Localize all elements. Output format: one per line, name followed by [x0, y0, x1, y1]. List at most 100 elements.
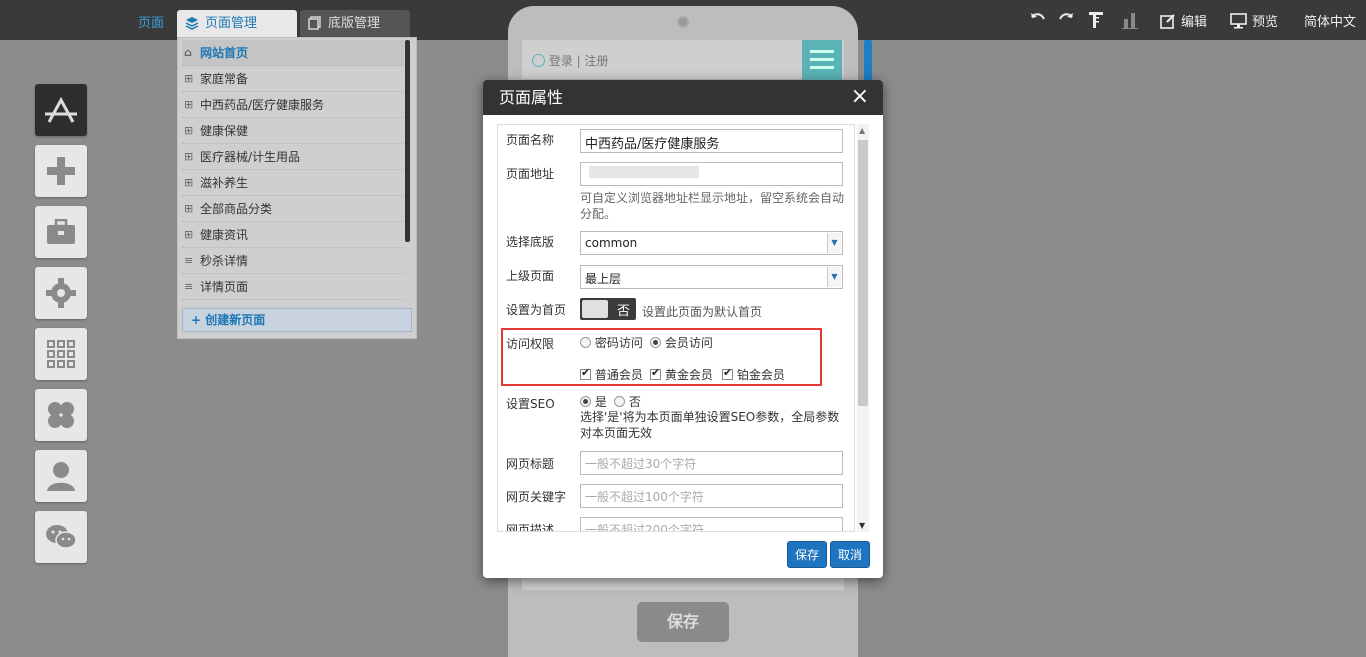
tab-page-management[interactable]: 页面管理	[177, 10, 297, 40]
bar-chart-icon[interactable]	[1122, 11, 1138, 29]
tree-item-label: 健康资讯	[200, 228, 249, 242]
radio-button-selected[interactable]	[580, 396, 591, 407]
tree-item-label: 网站首页	[200, 46, 249, 60]
phone-save-button[interactable]: 保存	[637, 602, 729, 642]
edit-icon	[1160, 13, 1175, 29]
home-icon: ⌂	[184, 46, 192, 59]
dialog-title: 页面属性	[499, 88, 564, 107]
hamburger-menu-icon[interactable]	[802, 40, 842, 80]
tree-item[interactable]: ⊞ 全部商品分类	[182, 196, 404, 222]
member-normal-option[interactable]: 普通会员	[580, 366, 643, 383]
wechat-button[interactable]	[35, 511, 87, 563]
expand-icon[interactable]: ⊞	[184, 222, 193, 248]
radio-button[interactable]	[580, 337, 591, 348]
tree-item-home[interactable]: ⌂ 网站首页	[182, 40, 404, 66]
member-platinum-option[interactable]: 铂金会员	[722, 366, 785, 383]
page-icon: ≡	[184, 280, 194, 293]
login-link[interactable]: 登录	[549, 54, 573, 68]
layers-icon	[185, 17, 199, 30]
close-icon[interactable]: ×	[851, 85, 869, 109]
tree-item[interactable]: ⊞ 健康资讯	[182, 222, 404, 248]
language-selector[interactable]: 简体中文	[1304, 11, 1356, 30]
radio-button[interactable]	[614, 396, 625, 407]
set-home-toggle[interactable]: 否	[580, 298, 636, 320]
tree-item-label: 中西药品/医疗健康服务	[200, 98, 325, 112]
seo-label: 设置SEO	[506, 397, 555, 411]
expand-icon[interactable]: ⊞	[184, 66, 193, 92]
web-description-label: 网页描述	[506, 523, 555, 532]
dialog-save-button[interactable]: 保存	[787, 541, 827, 568]
add-button[interactable]	[35, 145, 87, 197]
settings-button[interactable]	[35, 267, 87, 319]
expand-icon[interactable]: ⊞	[184, 144, 193, 170]
tree-item-label: 详情页面	[200, 280, 249, 294]
redo-icon[interactable]	[1058, 11, 1074, 25]
toggle-value: 否	[616, 304, 630, 319]
expand-icon[interactable]: ⊞	[184, 92, 193, 118]
member-button[interactable]	[35, 450, 87, 502]
access-password-option[interactable]: 密码访问	[580, 334, 643, 351]
page-link[interactable]: 页面	[138, 12, 164, 31]
seo-no-label: 否	[628, 395, 641, 409]
member-gold-option[interactable]: 黄金会员	[650, 366, 713, 383]
preview-label: 预览	[1252, 15, 1279, 30]
app-store-button[interactable]	[35, 84, 87, 136]
phone-camera	[677, 16, 689, 28]
web-description-input[interactable]: 一般不超过200个字符	[580, 517, 843, 531]
plus-icon	[47, 157, 75, 185]
tree-item[interactable]: ⊞ 滋补养生	[182, 170, 404, 196]
web-title-input[interactable]: 一般不超过30个字符	[580, 451, 843, 475]
monitor-icon	[1230, 12, 1247, 28]
ruler-icon[interactable]	[1088, 11, 1104, 29]
modules-button[interactable]	[35, 389, 87, 441]
seo-no-option[interactable]: 否	[614, 393, 641, 410]
page-name-input[interactable]: 中西药品/医疗健康服务	[580, 129, 843, 153]
expand-icon[interactable]: ⊞	[184, 170, 193, 196]
undo-icon[interactable]	[1030, 11, 1046, 25]
expand-icon[interactable]: ⊞	[184, 118, 193, 144]
seo-yes-option[interactable]: 是	[580, 393, 607, 410]
seo-hint: 选择'是'将为本页面单独设置SEO参数，全局参数对本页面无效	[580, 410, 840, 440]
tree-item-label: 家庭常备	[200, 72, 249, 86]
tab-template-management[interactable]: 底版管理	[300, 10, 410, 37]
expand-icon[interactable]: ⊞	[184, 196, 193, 222]
access-member-option[interactable]: 会员访问	[650, 334, 713, 351]
parent-page-label: 上级页面	[506, 269, 555, 283]
seo-yes-label: 是	[594, 395, 607, 409]
tree-item[interactable]: ⊞ 中西药品/医疗健康服务	[182, 92, 404, 118]
page-url-input[interactable]	[580, 162, 843, 186]
access-member-label: 会员访问	[664, 336, 713, 350]
tree-item[interactable]: ⊞ 医疗器械/计生用品	[182, 144, 404, 170]
radio-button-selected[interactable]	[650, 337, 661, 348]
dialog-cancel-button[interactable]: 取消	[830, 541, 870, 568]
template-select[interactable]: common ▼	[580, 231, 843, 255]
toolbox-button[interactable]	[35, 206, 87, 258]
scroll-thumb[interactable]	[858, 140, 868, 406]
checkbox-checked[interactable]	[650, 366, 661, 380]
web-keywords-input[interactable]: 一般不超过100个字符	[580, 484, 843, 508]
dialog-scrollbar[interactable]: ▲ ▼	[857, 124, 869, 532]
phone-header: 登录 | 注册	[522, 40, 844, 80]
checkbox-checked[interactable]	[722, 366, 733, 380]
page-name-label: 页面名称	[506, 133, 555, 147]
parent-page-select[interactable]: 最上层 ▼	[580, 265, 843, 289]
preview-button[interactable]: 预览	[1230, 11, 1278, 30]
tree-item[interactable]: ≡ 详情页面	[182, 274, 404, 300]
scroll-down-icon[interactable]: ▼	[859, 521, 865, 530]
tree-item-label: 健康保健	[200, 124, 249, 138]
create-page-button[interactable]: + 创建新页面	[182, 308, 412, 332]
dialog-form: 页面名称 中西药品/医疗健康服务 页面地址 可自定义浏览器地址栏显示地址，留空系…	[497, 124, 855, 532]
tree-scrollbar[interactable]	[405, 40, 410, 242]
grid-button[interactable]	[35, 328, 87, 380]
checkbox-checked[interactable]	[580, 366, 591, 380]
edit-button[interactable]: 编辑	[1160, 11, 1207, 30]
tree-item[interactable]: ⊞ 家庭常备	[182, 66, 404, 92]
tree-item[interactable]: ⊞ 健康保健	[182, 118, 404, 144]
user-circle-icon	[532, 54, 545, 67]
tree-item[interactable]: ≡ 秒杀详情	[182, 248, 404, 274]
member-gold-label: 黄金会员	[664, 368, 713, 382]
scroll-up-icon[interactable]: ▲	[859, 126, 865, 135]
set-home-hint: 设置此页面为默认首页	[642, 305, 763, 319]
register-link[interactable]: 注册	[585, 54, 609, 68]
template-value: common	[585, 236, 638, 250]
